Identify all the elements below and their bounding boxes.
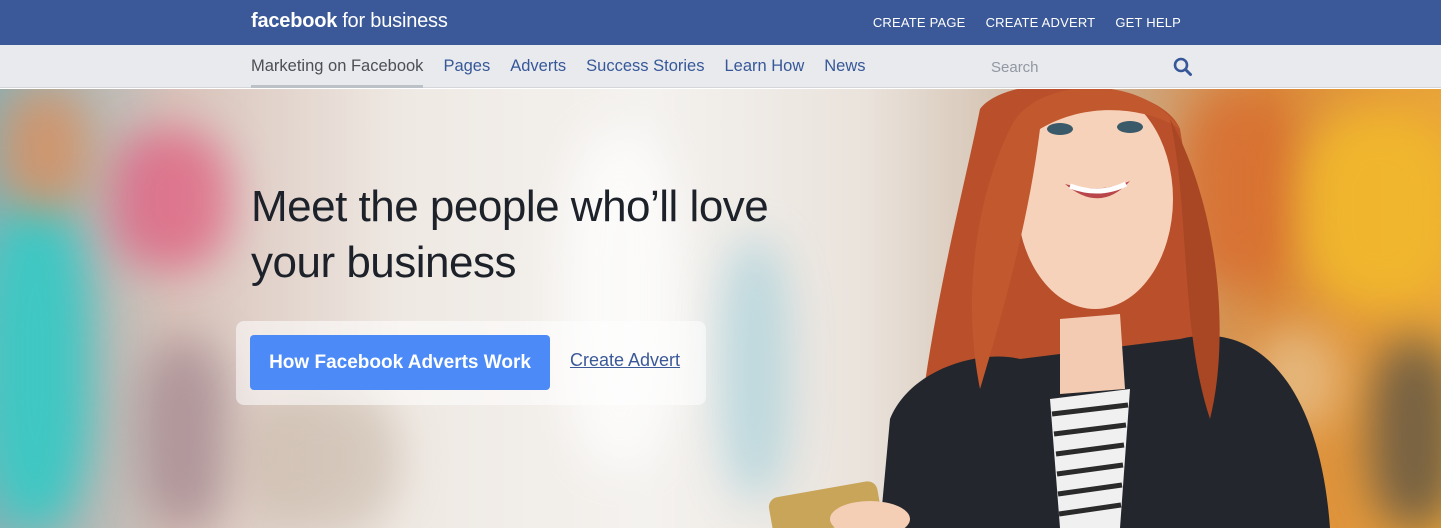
get-help-link[interactable]: GET HELP: [1115, 15, 1181, 30]
create-advert-link[interactable]: CREATE ADVERT: [986, 15, 1096, 30]
search-icon[interactable]: [1172, 56, 1194, 78]
create-page-link[interactable]: CREATE PAGE: [873, 15, 966, 30]
logo-brand: facebook: [251, 10, 338, 32]
nav-item-learn-how[interactable]: Learn How: [724, 45, 804, 88]
nav-item-marketing-on-facebook[interactable]: Marketing on Facebook: [251, 45, 424, 88]
search-box: [991, 54, 1196, 80]
sub-navigation: Marketing on Facebook Pages Adverts Succ…: [0, 45, 1441, 88]
nav-item-pages[interactable]: Pages: [443, 45, 490, 88]
create-advert-link-hero[interactable]: Create Advert: [570, 350, 680, 371]
nav-item-news[interactable]: News: [824, 45, 865, 88]
nav-item-adverts[interactable]: Adverts: [510, 45, 566, 88]
top-links: CREATE PAGE CREATE ADVERT GET HELP: [873, 0, 1181, 45]
nav-items: Marketing on Facebook Pages Adverts Succ…: [251, 45, 866, 88]
hero-title: Meet the people who’ll love your busines…: [251, 182, 769, 287]
how-facebook-adverts-work-button[interactable]: How Facebook Adverts Work: [250, 335, 550, 390]
logo-suffix: for business: [342, 10, 448, 32]
search-input[interactable]: [991, 54, 1161, 80]
nav-item-success-stories[interactable]: Success Stories: [586, 45, 704, 88]
top-bar: facebook for business CREATE PAGE CREATE …: [0, 0, 1441, 45]
woman-photo: [768, 89, 1330, 528]
hero-banner: Meet the people who’ll love your busines…: [0, 89, 1441, 528]
facebook-for-business-logo[interactable]: facebook for business: [251, 10, 448, 33]
